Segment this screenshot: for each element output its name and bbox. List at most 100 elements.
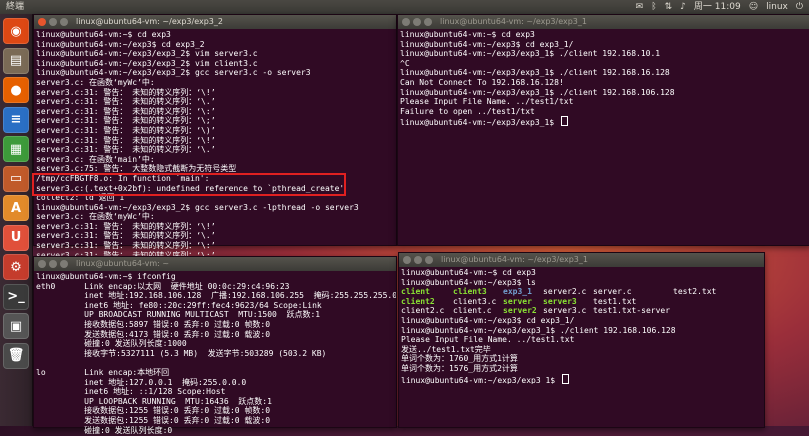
- terminal-line: linux@ubuntu64-vm:~/exp3$ ls: [401, 277, 536, 287]
- maximize-icon[interactable]: [425, 256, 433, 264]
- ls-entry: client3: [453, 287, 487, 297]
- ls-entry: test1.txt: [593, 296, 637, 306]
- terminal-line: server3.c:31: 警告： 未知的转义序列：‘\!’: [36, 135, 216, 145]
- launcher-files-icon[interactable]: ▤: [3, 47, 29, 74]
- maximize-icon[interactable]: [60, 260, 68, 268]
- ls-entry: client.c: [453, 306, 492, 316]
- terminal-output[interactable]: linux@ubuntu64-vm:~$ cd exp3 linux@ubuntu…: [398, 29, 809, 127]
- terminal-line: 发送数据包:1255 错误:0 丢弃:0 过载:0 载波:0: [36, 415, 271, 425]
- terminal-line: 发送../test1.txt完毕: [401, 344, 491, 354]
- ls-entry: client3.c: [453, 296, 497, 306]
- terminal-line: linux@ubuntu64-vm:~/exp3$ cd exp3_1/: [400, 39, 574, 49]
- cursor: [561, 373, 569, 384]
- system-tray: ✉ ᛒ ⇅ ♪ 周一 11:09 ☺ linux ⏻: [636, 0, 803, 14]
- launcher-dash-home-icon[interactable]: ◉: [3, 18, 29, 44]
- network-icon[interactable]: ⇅: [665, 0, 673, 14]
- error-highlight-box: [32, 173, 346, 196]
- minimize-icon[interactable]: [414, 256, 422, 264]
- launcher-software-center-icon[interactable]: A: [3, 195, 29, 221]
- launcher-settings-icon[interactable]: ⚙: [3, 254, 29, 280]
- ls-entry: client2: [401, 296, 435, 306]
- ls-entry: client: [401, 287, 430, 297]
- terminal-line: 接收数据包:1255 错误:0 丢弃:0 过载:0 帧数:0: [36, 406, 271, 416]
- ls-entry: server.c: [593, 287, 632, 297]
- launcher-terminal-icon[interactable]: >_: [3, 283, 29, 310]
- ls-entry: test1.txt-server: [593, 306, 671, 316]
- terminal-line: linux@ubuntu64-vm:~$ cd exp3: [400, 30, 535, 39]
- ls-entry: exp3_1: [503, 287, 532, 297]
- terminal-line: server3.c:31: 警告： 未知的转义序列：‘\:’: [36, 106, 216, 116]
- close-icon[interactable]: [403, 256, 411, 264]
- window-title: linux@ubuntu64-vm: ~/exp3/exp3_1: [441, 255, 588, 264]
- minimize-icon[interactable]: [49, 260, 57, 268]
- launcher-workspace-icon[interactable]: ▣: [3, 313, 29, 339]
- terminal-line: ^C: [400, 58, 410, 68]
- terminal-line: server3.c:31: 警告： 未知的转义序列：‘\:’: [36, 241, 216, 251]
- terminal-line: linux@ubuntu64-vm:~$ ifconfig: [36, 272, 176, 281]
- terminal-line: Please Input File Name. ../test1.txt: [401, 335, 575, 345]
- terminal-line: server3.c:31: 警告： 未知的转义序列：‘\.’: [36, 231, 216, 241]
- maximize-icon[interactable]: [60, 18, 68, 26]
- launcher-impress-icon[interactable]: ▭: [3, 165, 29, 192]
- window-title: linux@ubuntu64-vm: ~: [76, 259, 170, 268]
- window-titlebar[interactable]: linux@ubuntu64-vm: ~/exp3/exp3_1: [398, 15, 809, 29]
- terminal-line: server3.c: 在函数‘myWc’中:: [36, 77, 155, 87]
- launcher-firefox-icon[interactable]: ●: [3, 77, 29, 103]
- launcher-calc-icon[interactable]: ▦: [3, 136, 29, 162]
- close-icon[interactable]: [38, 18, 46, 26]
- ls-entry: server3.c: [543, 306, 587, 316]
- terminal-window-home[interactable]: linux@ubuntu64-vm: ~ linux@ubuntu64-vm:~…: [33, 256, 397, 435]
- terminal-line: linux@ubuntu64-vm:~/exp3/exp3_1$: [400, 116, 808, 127]
- launcher-ubuntu-one-icon[interactable]: U: [3, 224, 29, 251]
- terminal-line: server3.c:31: 警告： 未知的转义序列：‘\.’: [36, 145, 216, 155]
- terminal-output[interactable]: linux@ubuntu64-vm:~$ cd exp3 linux@ubuntu…: [34, 29, 396, 261]
- launcher-writer-icon[interactable]: ≡: [3, 106, 29, 133]
- terminal-line: linux@ubuntu64-vm:~/exp3/exp3_2$ vim ser…: [36, 49, 258, 59]
- terminal-line: 单词个数为：1760_用方式1计算: [401, 354, 518, 364]
- terminal-window-exp3-2[interactable]: linux@ubuntu64-vm: ~/exp3/exp3_2 linux@u…: [33, 14, 397, 260]
- terminal-line: Please Input File Name. ../test1/txt: [400, 97, 574, 107]
- launcher: ◉ ▤ ● ≡ ▦ ▭ A U ⚙ >_ ▣ 🗑: [0, 14, 33, 426]
- terminal-line: 碰撞:0 发送队列长度:1000: [36, 339, 187, 349]
- terminal-line: linux@ubuntu64-vm:~$ cd exp3: [401, 268, 536, 277]
- window-title: linux@ubuntu64-vm: ~/exp3/exp3_1: [440, 17, 587, 26]
- window-titlebar[interactable]: linux@ubuntu64-vm: ~/exp3/exp3_1: [399, 253, 764, 267]
- window-titlebar[interactable]: linux@ubuntu64-vm: ~: [34, 257, 396, 271]
- ls-entry: server3: [543, 296, 577, 306]
- terminal-line: inet 地址:192.168.106.128 广播:192.168.106.2…: [36, 291, 396, 301]
- terminal-window-exp3-1-bottom[interactable]: linux@ubuntu64-vm: ~/exp3/exp3_1 linux@u…: [398, 252, 765, 428]
- app-title: 終端: [6, 2, 25, 12]
- terminal-output[interactable]: linux@ubuntu64-vm:~$ ifconfig eth0 Link e…: [34, 271, 396, 436]
- power-icon[interactable]: ⏻: [796, 0, 803, 14]
- volume-icon[interactable]: ♪: [680, 0, 686, 14]
- close-icon[interactable]: [38, 260, 46, 268]
- bluetooth-icon[interactable]: ᛒ: [651, 0, 656, 14]
- close-icon[interactable]: [402, 18, 410, 26]
- mail-icon[interactable]: ✉: [636, 0, 644, 14]
- ls-entry: server: [503, 296, 532, 306]
- minimize-icon[interactable]: [413, 18, 421, 26]
- terminal-line: server3.c: 在函数‘myWc’中:: [36, 212, 155, 222]
- terminal-line: 接收数据包:5897 错误:0 丢弃:0 过载:0 帧数:0: [36, 319, 271, 329]
- terminal-line: linux@ubuntu64-vm:~$ cd exp3: [36, 30, 171, 39]
- user-name[interactable]: linux: [766, 0, 788, 14]
- terminal-line: server3.c:31: 警告： 未知的转义序列：‘\.’: [36, 97, 216, 107]
- terminal-line: server3.c:31: 警告： 未知的转义序列：‘\!’: [36, 87, 216, 97]
- maximize-icon[interactable]: [424, 18, 432, 26]
- terminal-line: UP BROADCAST RUNNING MULTICAST MTU:1500 …: [36, 310, 321, 320]
- terminal-line: linux@ubuntu64-vm:~/exp3$ cd exp3_1/: [401, 315, 575, 325]
- launcher-trash-icon[interactable]: 🗑: [3, 342, 29, 369]
- clock[interactable]: 周一 11:09: [694, 0, 741, 14]
- terminal-output[interactable]: linux@ubuntu64-vm:~$ cd exp3 linux@ubuntu…: [399, 267, 764, 384]
- ls-row: client2.c client.c server2 server3.c test1.t…: [401, 306, 762, 316]
- minimize-icon[interactable]: [49, 18, 57, 26]
- terminal-line: linux@ubuntu64-vm:~/exp3/exp3_1$ ./clien…: [400, 49, 661, 59]
- user-icon[interactable]: ☺: [749, 0, 758, 14]
- terminal-line: server3.c:31: 警告： 未知的转义序列：‘\;’: [36, 116, 216, 126]
- ls-entry: test2.txt: [673, 287, 717, 297]
- window-title: linux@ubuntu64-vm: ~/exp3/exp3_2: [76, 17, 223, 26]
- terminal-line: linux@ubuntu64-vm:~/exp3/exp3_1$: [401, 373, 762, 384]
- terminal-window-exp3-1-top[interactable]: linux@ubuntu64-vm: ~/exp3/exp3_1 linux@u…: [397, 14, 809, 246]
- window-titlebar[interactable]: linux@ubuntu64-vm: ~/exp3/exp3_2: [34, 15, 396, 29]
